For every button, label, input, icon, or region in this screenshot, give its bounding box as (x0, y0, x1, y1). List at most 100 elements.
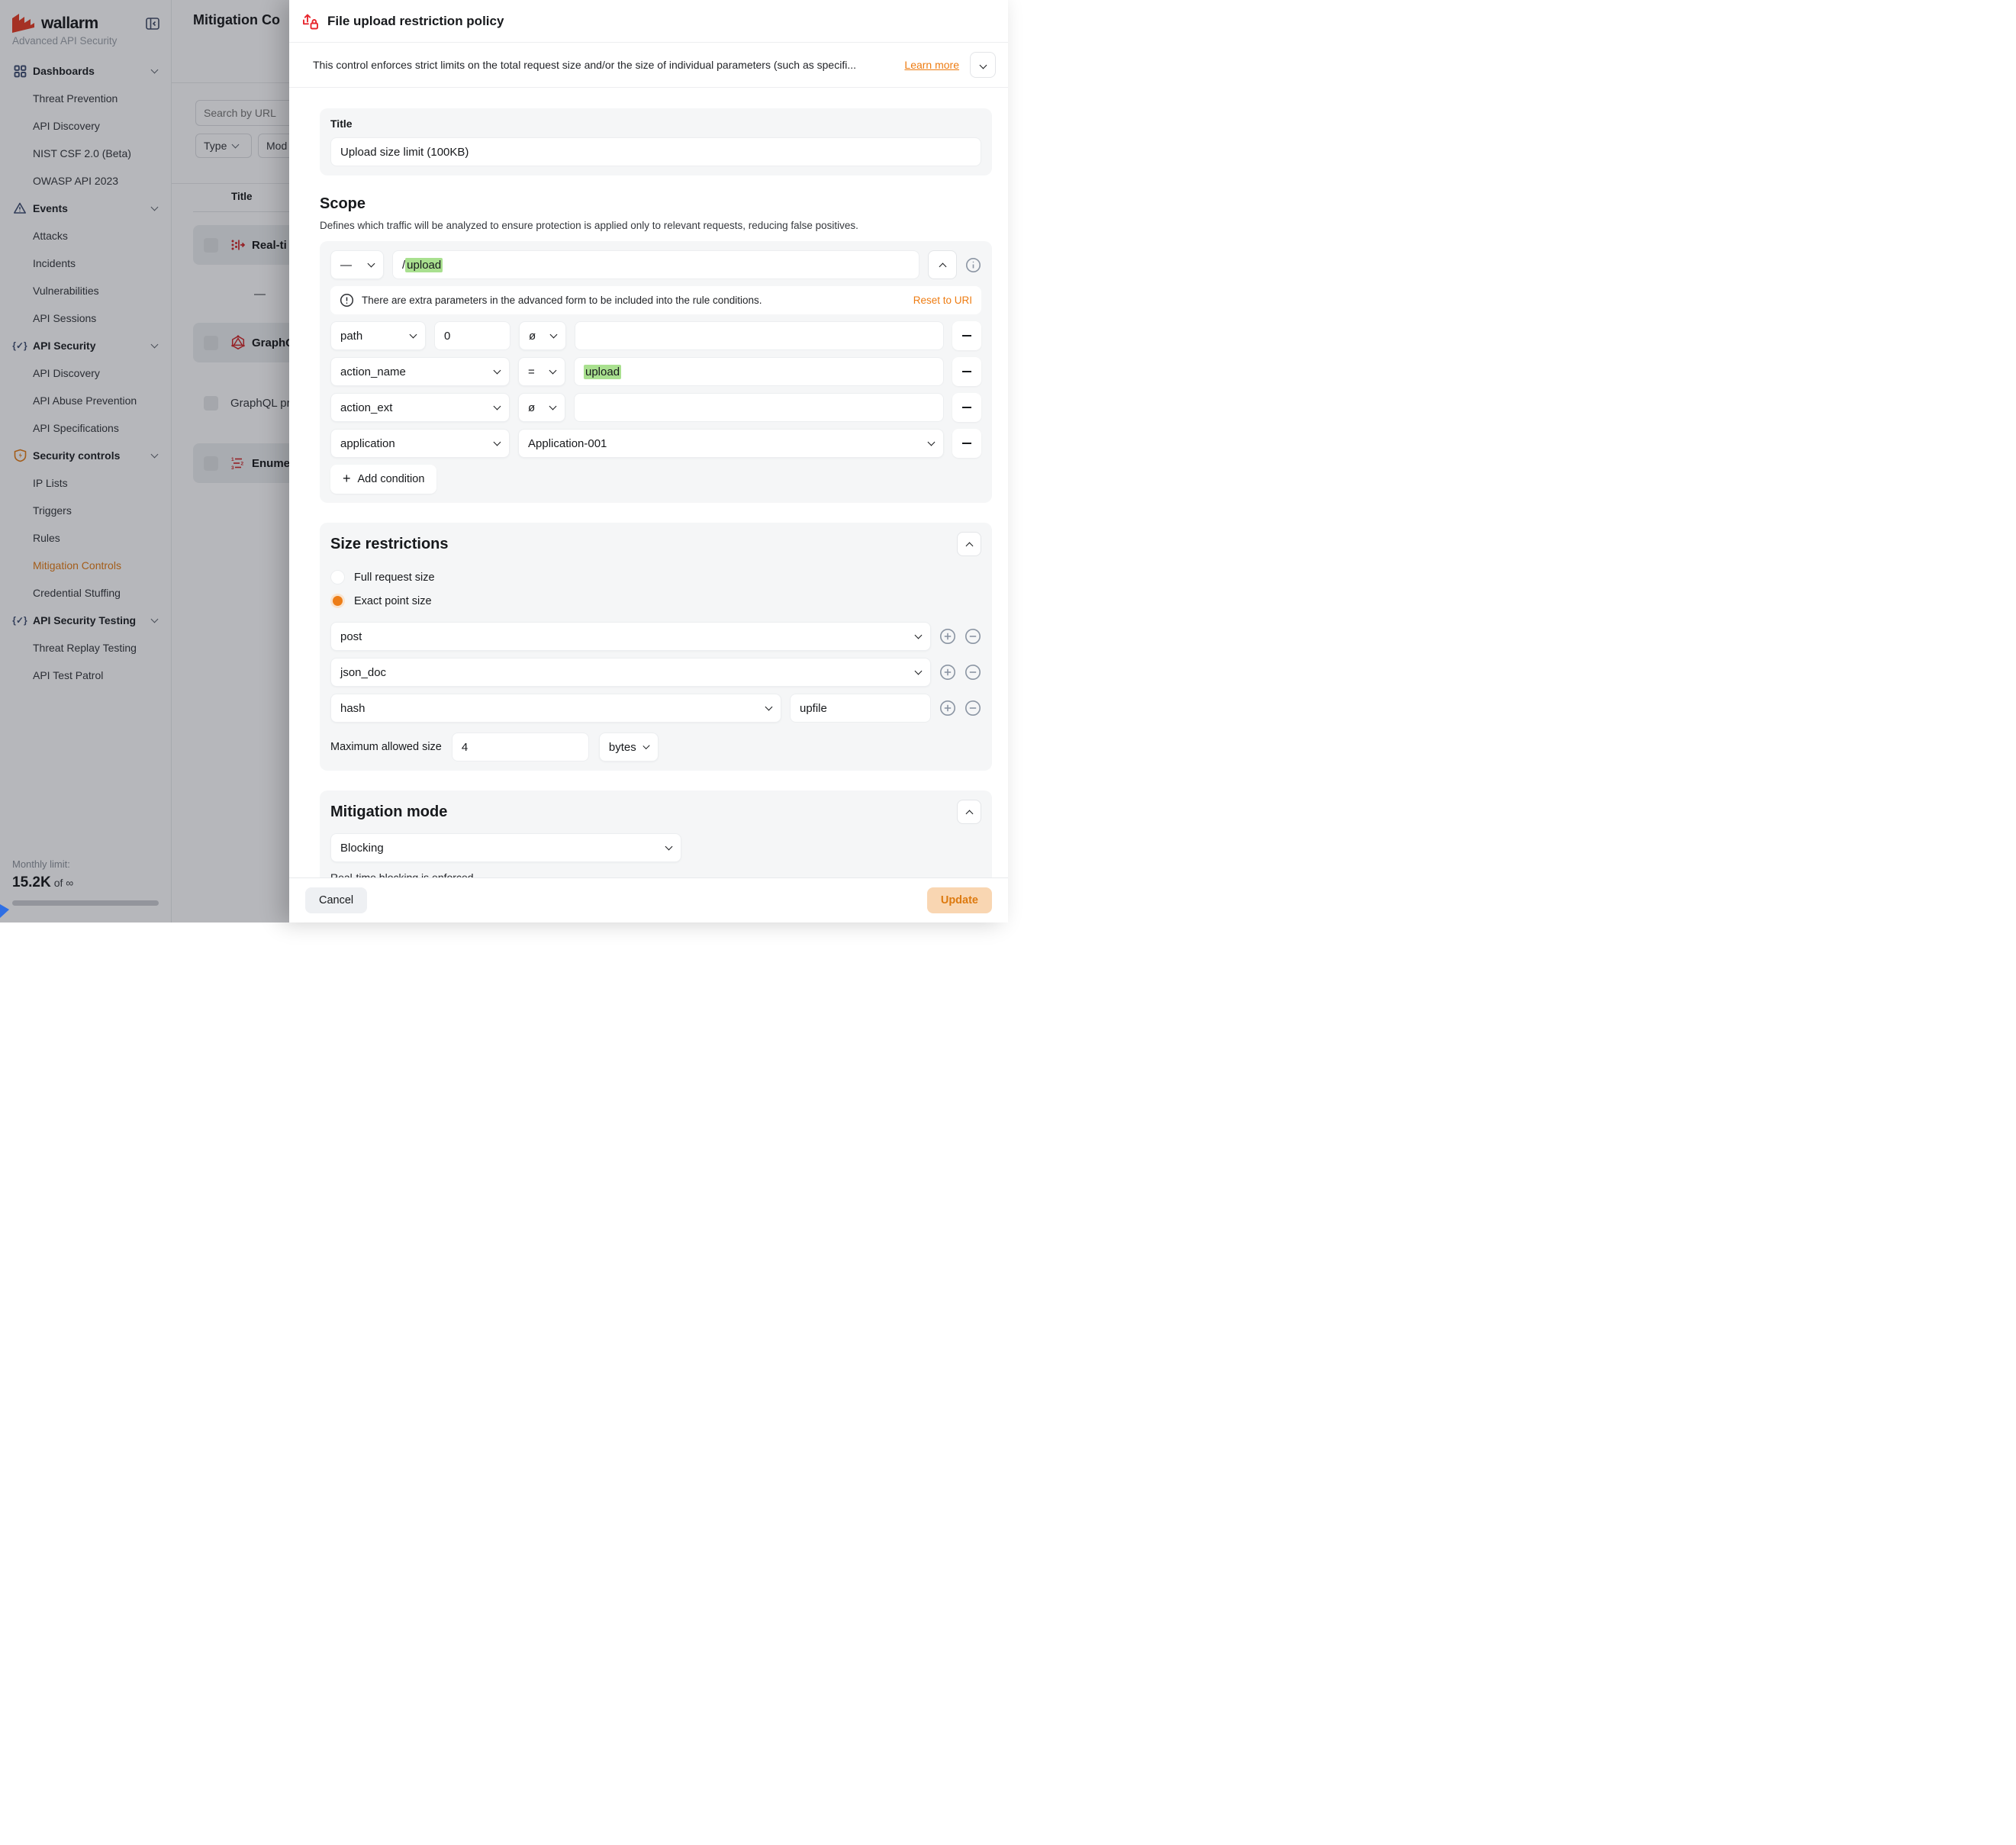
extra-parameters-notice: There are extra parameters in the advanc… (330, 286, 981, 314)
field-select-value: path (340, 330, 362, 343)
mitigation-mode-note: Real-time blocking is enforced. (330, 871, 981, 877)
chevron-down-icon (979, 61, 987, 69)
mitigation-mode-value: Blocking (340, 842, 384, 855)
operator-select-value: ø (529, 330, 536, 343)
policy-title-input[interactable] (330, 137, 981, 166)
chevron-up-icon (965, 542, 973, 549)
point-part-value: post (340, 630, 362, 643)
info-icon[interactable] (965, 257, 981, 273)
chevron-down-icon (549, 403, 557, 411)
method-select-value: — (340, 259, 352, 272)
chevron-down-icon (915, 632, 923, 639)
title-field-label: Title (330, 118, 981, 130)
field-select[interactable]: application (330, 429, 510, 458)
chevron-up-icon (965, 810, 973, 817)
chevron-down-icon (665, 843, 673, 851)
field-select-value: action_name (340, 365, 406, 378)
drawer-description: This control enforces strict limits on t… (313, 59, 895, 71)
chevron-down-icon (915, 668, 923, 675)
point-part-select[interactable]: post (330, 622, 931, 651)
operator-select[interactable]: = (518, 357, 565, 386)
action-name-value-input[interactable]: upload (574, 357, 944, 386)
alert-circle-icon (340, 293, 354, 308)
mitigation-mode-select[interactable]: Blocking (330, 833, 681, 862)
condition-row-action-ext: action_ext ø (330, 393, 981, 422)
point-part-select[interactable]: hash (330, 694, 781, 723)
scope-card: — /upload There are extra parameters in … (320, 241, 992, 503)
size-restrictions-heading: Size restrictions (330, 536, 449, 553)
chevron-down-icon (368, 260, 375, 268)
expand-description-button[interactable] (970, 52, 996, 78)
condition-row-path: path ø (330, 321, 981, 350)
chevron-down-icon (410, 331, 417, 339)
update-button[interactable]: Update (927, 887, 992, 913)
maximum-size-input[interactable] (452, 733, 589, 762)
field-select-value: application (340, 437, 395, 450)
mouse-cursor (0, 904, 9, 918)
scope-heading: Scope (320, 195, 992, 213)
uri-condition-row: — /upload (330, 250, 981, 279)
remove-point-icon[interactable] (965, 700, 981, 716)
method-select[interactable]: — (330, 250, 384, 279)
chevron-down-icon (550, 331, 558, 339)
path-value-input[interactable] (575, 321, 944, 350)
add-point-icon[interactable] (939, 664, 956, 681)
value-highlight: upload (584, 365, 621, 379)
maximum-size-label: Maximum allowed size (330, 741, 442, 753)
remove-point-icon[interactable] (965, 628, 981, 645)
operator-select[interactable]: ø (518, 393, 565, 422)
add-point-icon[interactable] (939, 700, 956, 716)
condition-row-action-name: action_name = upload (330, 357, 981, 386)
operator-select-value: ø (528, 401, 535, 414)
field-select[interactable]: path (330, 321, 426, 350)
radio-unselected[interactable] (330, 570, 345, 584)
add-condition-button[interactable]: + Add condition (330, 465, 436, 494)
chevron-down-icon (765, 704, 773, 711)
application-select[interactable]: Application-001 (518, 429, 944, 458)
point-selector-row: post (330, 622, 981, 651)
upload-lock-icon (301, 12, 320, 31)
chevron-up-icon (939, 262, 946, 270)
drawer-description-row: This control enforces strict limits on t… (289, 43, 1008, 88)
remove-condition-button[interactable] (952, 357, 981, 386)
size-unit-value: bytes (609, 741, 636, 754)
mitigation-mode-card: Mitigation mode Blocking Real-time block… (320, 790, 992, 877)
point-part-select[interactable]: json_doc (330, 658, 931, 687)
notice-text: There are extra parameters in the advanc… (362, 295, 906, 306)
point-part-value: hash (340, 702, 366, 715)
chevron-down-icon (642, 742, 649, 749)
full-request-size-option[interactable]: Full request size (330, 565, 981, 589)
learn-more-link[interactable]: Learn more (904, 59, 959, 71)
chevron-down-icon (494, 439, 501, 446)
drawer-header: File upload restriction policy (289, 0, 1008, 43)
param-name-input[interactable] (790, 694, 931, 723)
radio-selected[interactable] (330, 594, 345, 608)
collapse-size-section-button[interactable] (957, 532, 981, 556)
option-label: Exact point size (354, 595, 432, 607)
size-unit-select[interactable]: bytes (599, 733, 659, 762)
collapse-mode-section-button[interactable] (957, 800, 981, 824)
path-index-input[interactable] (434, 321, 510, 350)
remove-condition-button[interactable] (952, 429, 981, 458)
add-point-icon[interactable] (939, 628, 956, 645)
field-select[interactable]: action_ext (330, 393, 510, 422)
remove-condition-button[interactable] (952, 393, 981, 422)
plus-icon: + (343, 471, 351, 487)
application-select-value: Application-001 (528, 437, 607, 450)
maximum-size-row: Maximum allowed size bytes (330, 733, 981, 762)
field-select[interactable]: action_name (330, 357, 510, 386)
title-card: Title (320, 108, 992, 175)
exact-point-size-option[interactable]: Exact point size (330, 589, 981, 613)
field-select-value: action_ext (340, 401, 392, 414)
collapse-uri-button[interactable] (928, 250, 957, 279)
action-ext-value-input[interactable] (574, 393, 944, 422)
cancel-button[interactable]: Cancel (305, 887, 367, 913)
operator-select[interactable]: ø (519, 321, 566, 350)
size-restrictions-card: Size restrictions Full request size Exac… (320, 523, 992, 771)
remove-point-icon[interactable] (965, 664, 981, 681)
remove-condition-button[interactable] (952, 321, 981, 350)
chevron-down-icon (928, 439, 936, 446)
add-condition-label: Add condition (358, 473, 425, 485)
uri-input[interactable]: /upload (392, 250, 919, 279)
reset-to-uri-link[interactable]: Reset to URI (913, 295, 972, 306)
